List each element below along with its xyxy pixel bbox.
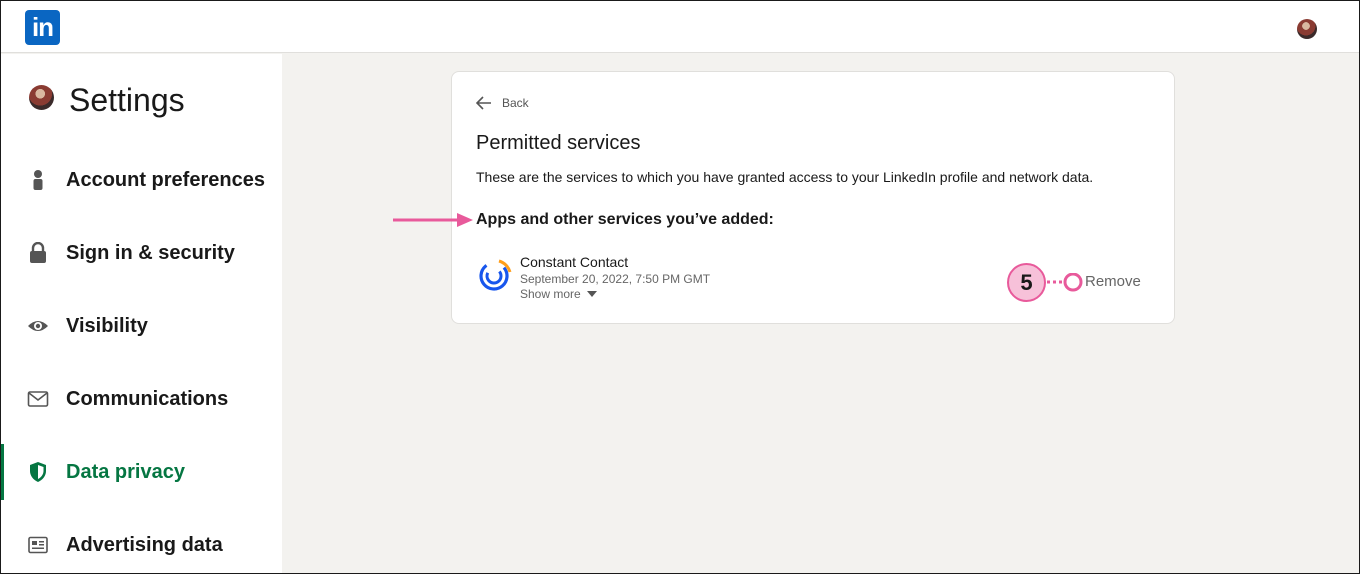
constant-contact-icon	[479, 258, 513, 292]
sidebar-item-sign-in-security[interactable]: Sign in & security	[1, 225, 282, 281]
newspaper-icon	[27, 534, 49, 556]
sidebar-item-data-privacy[interactable]: Data privacy	[1, 444, 282, 500]
remove-button[interactable]: Remove	[1085, 273, 1141, 290]
profile-avatar[interactable]	[1297, 19, 1317, 39]
envelope-icon	[27, 388, 49, 410]
back-button[interactable]: Back	[476, 96, 529, 110]
sidebar-item-label: Sign in & security	[66, 241, 235, 264]
sidebar-item-communications[interactable]: Communications	[1, 371, 282, 427]
sidebar-item-label: Advertising data	[66, 533, 223, 556]
sidebar-item-advertising-data[interactable]: Advertising data	[1, 517, 282, 573]
back-label: Back	[502, 96, 529, 110]
show-more-button[interactable]: Show more	[520, 287, 597, 301]
page-title: Settings	[69, 82, 185, 118]
app-window: in Settings Account preferences Sign in …	[0, 0, 1360, 574]
shield-icon	[27, 461, 49, 483]
sidebar-item-label: Visibility	[66, 314, 148, 337]
linkedin-logo-icon[interactable]: in	[25, 10, 60, 45]
services-subheading: Apps and other services you’ve added:	[476, 211, 774, 228]
sidebar-item-label: Communications	[66, 387, 229, 410]
show-more-label: Show more	[520, 287, 581, 301]
step-number-badge: 5	[1007, 263, 1046, 302]
settings-sidebar: Settings Account preferences Sign in & s…	[1, 54, 282, 573]
sidebar-item-label: Account preferences	[66, 168, 265, 191]
sidebar-item-visibility[interactable]: Visibility	[1, 298, 282, 354]
section-description: These are the services to which you have…	[476, 169, 1094, 185]
sidebar-item-account-preferences[interactable]: Account preferences	[1, 152, 282, 208]
caret-down-icon	[586, 291, 597, 297]
sidebar-avatar	[29, 85, 54, 110]
eye-icon	[27, 315, 49, 337]
annotation-arrow	[393, 213, 473, 227]
person-icon	[27, 169, 49, 191]
lock-icon	[27, 242, 49, 264]
sidebar-item-label: Data privacy	[66, 460, 185, 483]
section-title: Permitted services	[476, 132, 641, 154]
top-nav-bar: in	[1, 1, 1359, 53]
annotation-connector	[1047, 273, 1083, 292]
arrow-left-icon	[476, 96, 491, 110]
service-date: September 20, 2022, 7:50 PM GMT	[520, 272, 711, 286]
service-name: Constant Contact	[520, 254, 629, 270]
